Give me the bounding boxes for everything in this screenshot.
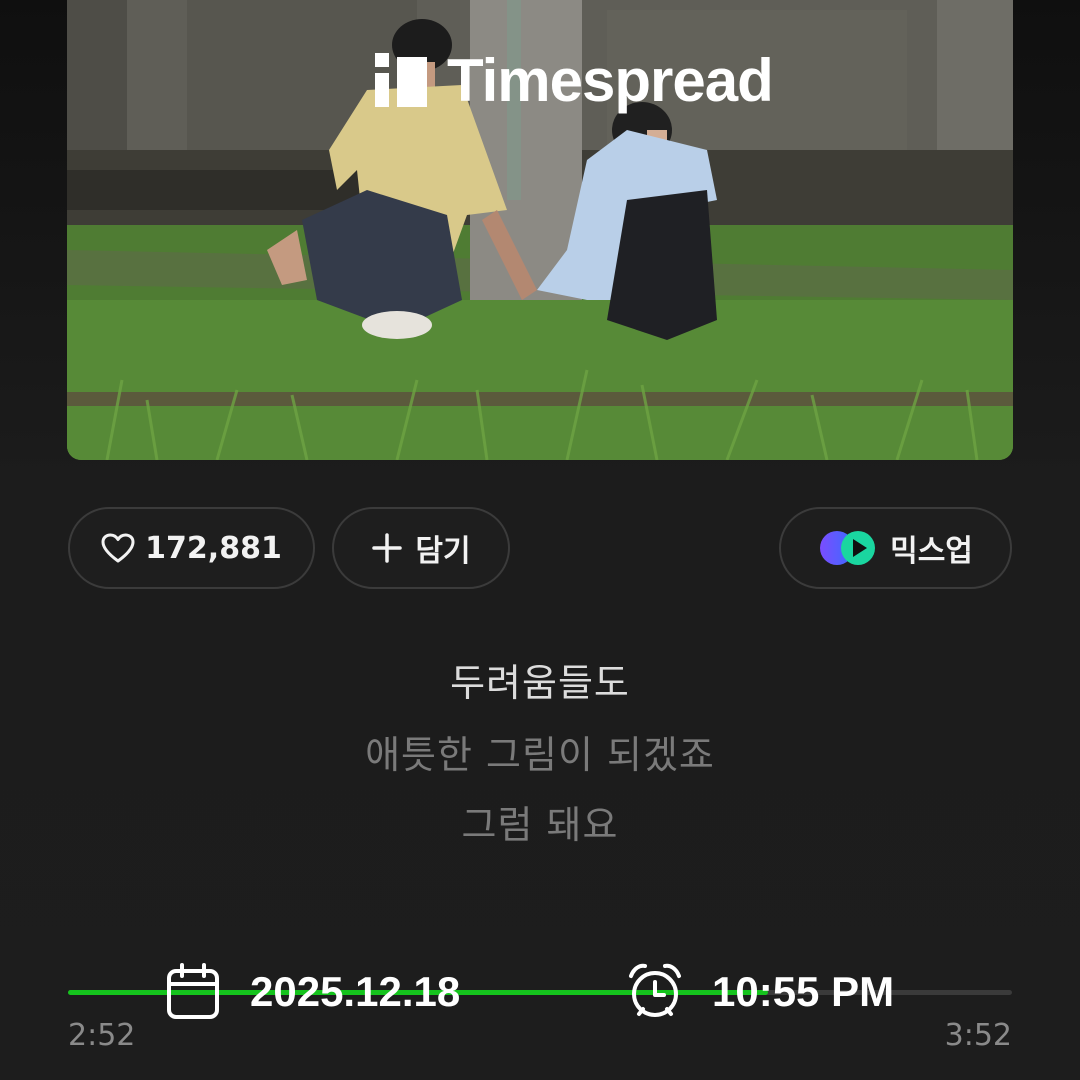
plus-icon <box>372 533 403 563</box>
alarm-clock-icon <box>629 963 681 1017</box>
mixup-button[interactable]: 믹스업 <box>779 507 1012 589</box>
like-button[interactable]: 172,881 <box>68 507 315 589</box>
heart-icon <box>101 533 135 563</box>
stamp-time: 10:55 PM <box>712 968 895 1015</box>
lyric-current-line[interactable]: 두려움들도 <box>0 652 1080 707</box>
stamp-date: 2025.12.18 <box>250 968 461 1015</box>
timespread-logo-icon <box>375 53 427 107</box>
like-count: 172,881 <box>145 530 282 566</box>
lyric-next-line[interactable]: 애틋한 그림이 되겠죠 <box>0 724 1080 779</box>
add-label: 담기 <box>415 534 471 569</box>
add-to-playlist-button[interactable]: 담기 <box>332 507 510 589</box>
total-time: 3:52 <box>944 1018 1012 1053</box>
lyric-next-line[interactable]: 그럼 돼요 <box>0 794 1080 849</box>
mixup-icon <box>820 531 876 565</box>
album-art[interactable]: Timespread <box>67 0 1013 460</box>
elapsed-time: 2:52 <box>68 1018 136 1053</box>
calendar-icon <box>167 963 219 1019</box>
mixup-label: 믹스업 <box>890 534 973 569</box>
timespread-watermark: Timespread <box>375 46 774 114</box>
timespread-brand-text: Timespread <box>447 46 774 114</box>
